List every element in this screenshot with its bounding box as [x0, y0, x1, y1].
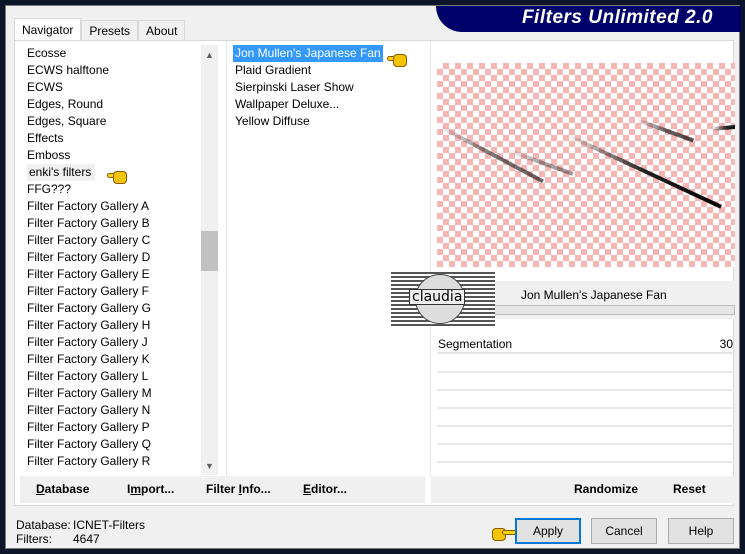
category-item[interactable]: Filter Factory Gallery K	[25, 351, 152, 368]
filter-item[interactable]: Sierpinski Laser Show	[233, 79, 383, 96]
navigator-panel: Ecosse ECWS halftone ECWS Edges, Round Edges…	[14, 40, 735, 506]
category-item[interactable]: Filter Factory Gallery P	[25, 419, 152, 436]
category-list[interactable]: Ecosse ECWS halftone ECWS Edges, Round Edges…	[25, 45, 152, 470]
filters-unlimited-window: Filters Unlimited 2.0 Navigator Presets …	[5, 5, 741, 549]
category-item[interactable]: Filter Factory Gallery N	[25, 402, 152, 419]
param-label: Segmentation	[438, 337, 513, 351]
filter-item[interactable]: Yellow Diffuse	[233, 113, 383, 130]
right-button-bar: Randomize Reset	[431, 476, 734, 503]
category-item[interactable]: Ecosse	[25, 45, 152, 62]
tab-bar: Navigator Presets About	[14, 18, 186, 41]
category-item[interactable]: Filter Factory Gallery E	[25, 266, 152, 283]
category-item[interactable]: Filter Factory Gallery C	[25, 232, 152, 249]
database-button[interactable]: Database	[36, 482, 89, 496]
editor-button[interactable]: Editor...	[303, 482, 347, 496]
help-button[interactable]: Help	[668, 518, 734, 544]
category-scrollbar[interactable]: ▲ ▼	[201, 45, 218, 475]
category-item[interactable]: Filter Factory Gallery M	[25, 385, 152, 402]
filter-item[interactable]: Jon Mullen's Japanese Fan	[233, 45, 383, 62]
reset-button[interactable]: Reset	[673, 482, 706, 496]
scroll-down-icon[interactable]: ▼	[201, 458, 218, 475]
left-button-bar: Database Import... Filter Info... Editor…	[20, 476, 425, 503]
param-segmentation[interactable]: Segmentation 30	[437, 337, 735, 354]
tab-presets[interactable]: Presets	[81, 20, 139, 40]
apply-button[interactable]: Apply	[515, 518, 581, 544]
import-button[interactable]: Import...	[127, 482, 174, 496]
pointing-hand-icon	[377, 52, 407, 68]
pointing-hand-icon	[97, 169, 127, 185]
category-item[interactable]: FFG???	[25, 181, 152, 198]
category-item[interactable]: ECWS	[25, 79, 152, 96]
tab-navigator[interactable]: Navigator	[14, 18, 82, 41]
category-item[interactable]: Effects	[25, 130, 152, 147]
category-item[interactable]: Filter Factory Gallery A	[25, 198, 152, 215]
category-item[interactable]: Filter Factory Gallery G	[25, 300, 152, 317]
category-item[interactable]: Filter Factory Gallery H	[25, 317, 152, 334]
database-name: ICNET-Filters	[73, 518, 145, 532]
divider	[430, 41, 431, 477]
category-item[interactable]: Filter Factory Gallery D	[25, 249, 152, 266]
title-banner: Filters Unlimited 2.0	[436, 6, 741, 32]
filter-list[interactable]: Jon Mullen's Japanese Fan Plaid Gradient S…	[233, 45, 383, 130]
category-item[interactable]: enki's filters	[25, 164, 152, 181]
filter-preview	[437, 63, 735, 267]
category-item[interactable]: Edges, Square	[25, 113, 152, 130]
divider	[226, 41, 227, 477]
scroll-thumb[interactable]	[201, 231, 218, 271]
claudia-logo: claudia	[391, 272, 495, 326]
filter-info-button[interactable]: Filter Info...	[206, 482, 271, 496]
category-item[interactable]: Filter Factory Gallery B	[25, 215, 152, 232]
category-item[interactable]: Filter Factory Gallery L	[25, 368, 152, 385]
cancel-button[interactable]: Cancel	[591, 518, 657, 544]
filter-item[interactable]: Wallpaper Deluxe...	[233, 96, 383, 113]
filter-count: 4647	[73, 532, 100, 546]
category-item[interactable]: Filter Factory Gallery R	[25, 453, 152, 470]
category-item[interactable]: Filter Factory Gallery Q	[25, 436, 152, 453]
category-item[interactable]: ECWS halftone	[25, 62, 152, 79]
scroll-up-icon[interactable]: ▲	[201, 47, 218, 64]
category-item[interactable]: Filter Factory Gallery F	[25, 283, 152, 300]
randomize-button[interactable]: Randomize	[574, 482, 638, 496]
category-item[interactable]: Emboss	[25, 147, 152, 164]
category-item[interactable]: Edges, Round	[25, 96, 152, 113]
param-value[interactable]: 30	[720, 337, 733, 351]
category-item[interactable]: Filter Factory Gallery J	[25, 334, 152, 351]
filter-item[interactable]: Plaid Gradient	[233, 62, 383, 79]
filter-name: Jon Mullen's Japanese Fan	[521, 288, 667, 302]
tab-about[interactable]: About	[138, 20, 186, 40]
status-info: Database: ICNET-Filters Filters: 4647	[16, 518, 145, 546]
